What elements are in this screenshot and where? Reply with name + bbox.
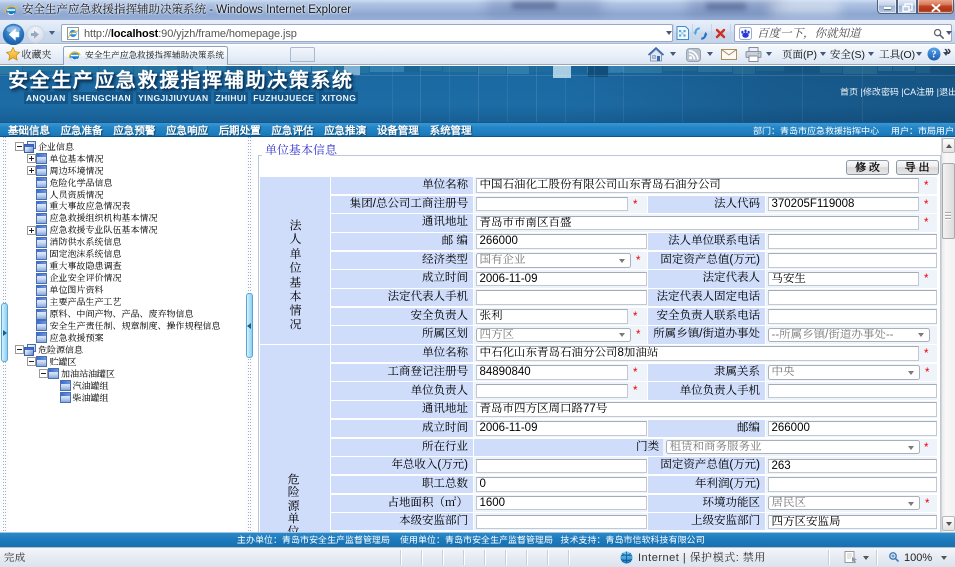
svg-text:?: ? — [932, 50, 937, 61]
